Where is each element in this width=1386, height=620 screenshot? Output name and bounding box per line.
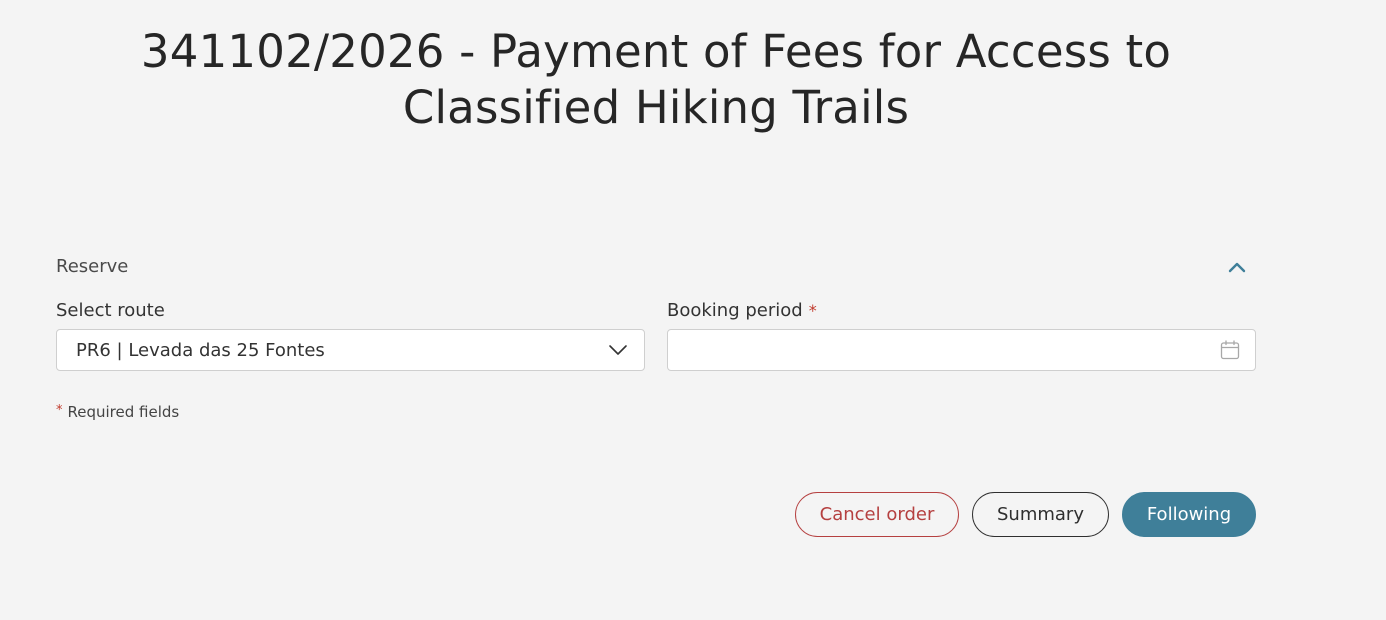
required-marker: *: [808, 301, 817, 320]
required-fields-note: * Required fields: [56, 403, 179, 421]
required-note-text: Required fields: [67, 403, 180, 421]
route-label-text: Select route: [56, 300, 165, 321]
route-select[interactable]: PR6 | Levada das 25 Fontes: [56, 329, 645, 371]
route-label: Select route: [56, 300, 165, 321]
calendar-icon[interactable]: [1219, 339, 1241, 365]
booking-period-input[interactable]: [667, 329, 1256, 371]
chevron-up-icon[interactable]: [1224, 254, 1250, 280]
cancel-order-button[interactable]: Cancel order: [795, 492, 959, 537]
page-title: 341102/2026 - Payment of Fees for Access…: [140, 25, 1172, 134]
reserve-section-header[interactable]: Reserve: [56, 252, 1256, 282]
booking-period-label: Booking period *: [667, 300, 817, 321]
summary-button[interactable]: Summary: [972, 492, 1109, 537]
section-title: Reserve: [56, 256, 129, 277]
booking-period-label-text: Booking period: [667, 300, 803, 321]
route-selected-value: PR6 | Levada das 25 Fontes: [76, 340, 325, 361]
following-button[interactable]: Following: [1122, 492, 1256, 537]
chevron-down-icon: [608, 342, 628, 362]
required-note-marker: *: [56, 403, 63, 418]
